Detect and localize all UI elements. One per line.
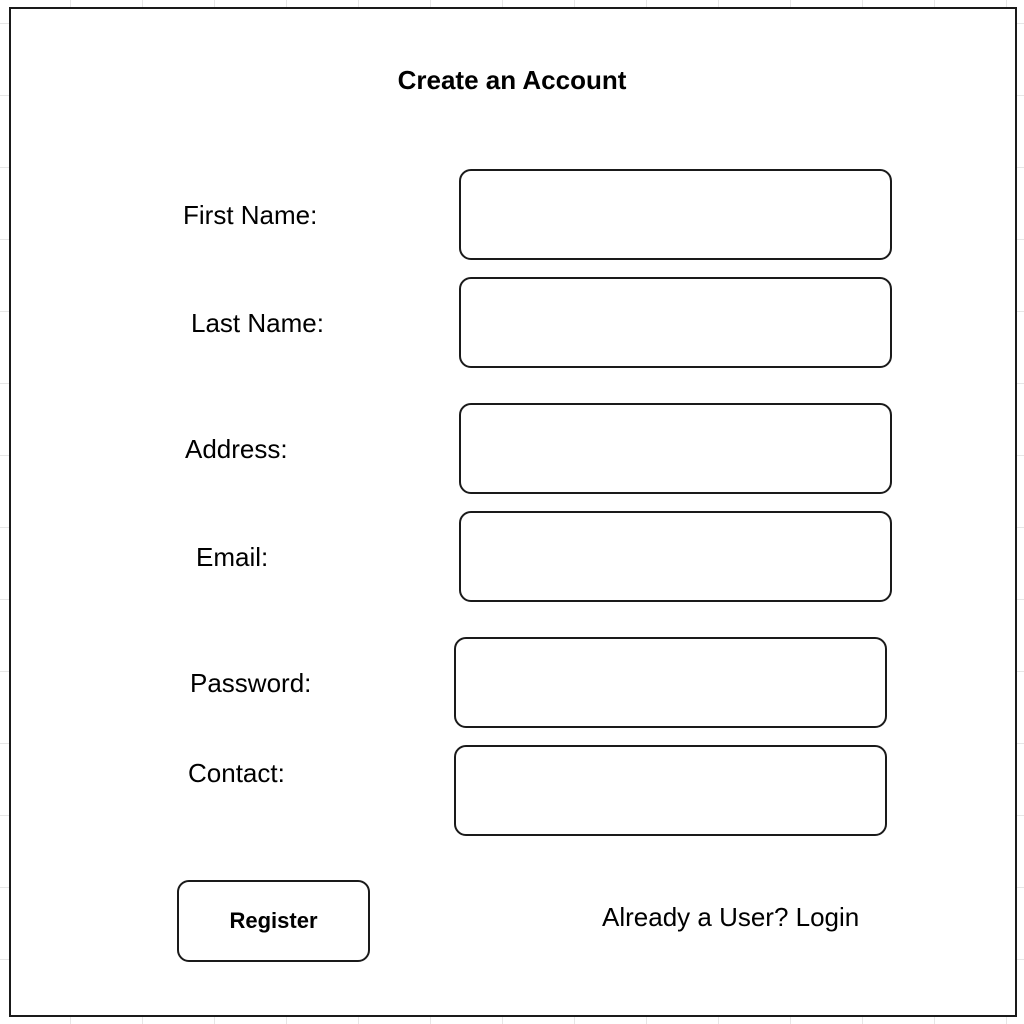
- contact-label: Contact:: [188, 758, 285, 788]
- last-name-input[interactable]: [459, 277, 892, 368]
- password-input[interactable]: [454, 637, 887, 728]
- email-input[interactable]: [459, 511, 892, 602]
- email-label: Email:: [196, 542, 269, 572]
- first-name-label: First Name:: [183, 200, 318, 230]
- login-link[interactable]: Already a User? Login: [602, 901, 859, 933]
- contact-input[interactable]: [454, 745, 887, 836]
- register-button[interactable]: Register: [177, 880, 370, 962]
- first-name-input[interactable]: [459, 169, 892, 260]
- address-label: Address:: [185, 434, 288, 464]
- password-label: Password:: [190, 668, 312, 698]
- page-title: Create an Account: [397, 65, 627, 95]
- address-input[interactable]: [459, 403, 892, 494]
- last-name-label: Last Name:: [191, 308, 324, 338]
